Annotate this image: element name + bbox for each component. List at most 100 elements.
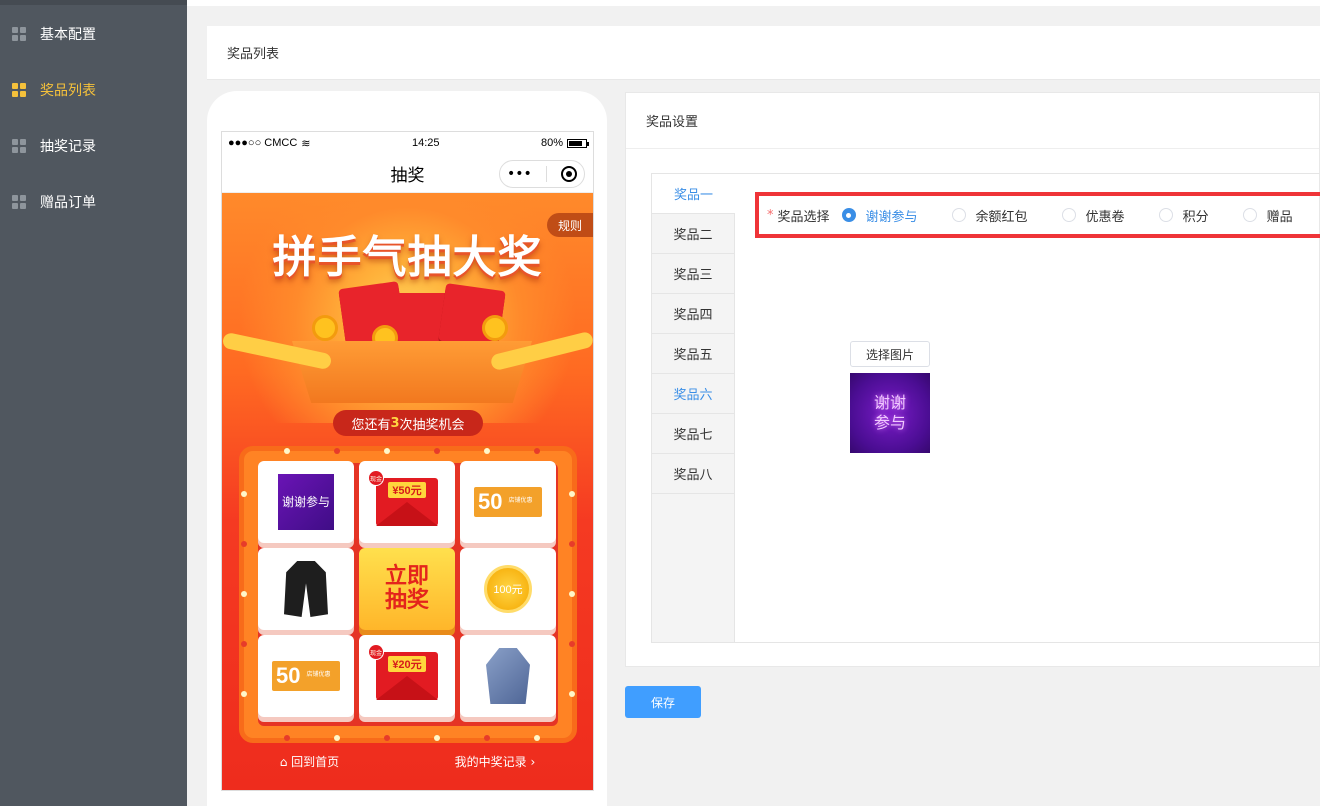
my-records-link[interactable]: 我的中奖记录 › bbox=[455, 753, 536, 770]
radio-circle[interactable] bbox=[1158, 208, 1173, 222]
sidebar-top-strip bbox=[0, 0, 187, 5]
radio-balance-redpack[interactable]: 余额红包 bbox=[951, 206, 1028, 225]
status-time: 14:25 bbox=[411, 137, 440, 149]
tab-prize-6[interactable]: 奖品六 bbox=[652, 374, 734, 414]
home-icon: ⌂ bbox=[279, 754, 292, 769]
chest-box bbox=[292, 341, 532, 403]
prize-cell-redpack-20: 现金 ¥20元 bbox=[359, 635, 455, 717]
top-strip bbox=[187, 0, 1320, 6]
page-title: 奖品列表 bbox=[207, 26, 1320, 80]
prize-cell-redpack-50: 现金 ¥50元 bbox=[359, 461, 455, 543]
carrier-text: ●●●○○ CMCC bbox=[228, 137, 298, 149]
coupon-icon: 50 店铺优惠 bbox=[272, 661, 340, 691]
radio-label: 优惠卷 bbox=[1085, 209, 1125, 225]
blue-coat-image bbox=[486, 648, 530, 704]
page-title-text: 奖品列表 bbox=[227, 47, 280, 62]
radio-points[interactable]: 积分 bbox=[1158, 206, 1209, 225]
prize-tab-list: 奖品一 奖品二 奖品三 奖品四 奖品五 奖品六 奖品七 奖品八 bbox=[652, 174, 735, 642]
prize-image-preview: 谢谢参与 bbox=[850, 373, 930, 453]
capsule-divider bbox=[545, 166, 547, 182]
sidebar-item-gift-orders[interactable]: 赠品订单 bbox=[0, 174, 187, 230]
tab-prize-2[interactable]: 奖品二 bbox=[652, 214, 734, 254]
radio-circle[interactable] bbox=[1242, 208, 1257, 222]
radio-label: 谢谢参与 bbox=[865, 209, 918, 225]
tab-prize-7[interactable]: 奖品七 bbox=[652, 414, 734, 454]
radio-circle[interactable] bbox=[1061, 208, 1076, 222]
coupon-subtitle: 店铺优惠 bbox=[306, 672, 331, 679]
tab-prize-5[interactable]: 奖品五 bbox=[652, 334, 734, 374]
chance-count: 3 bbox=[390, 415, 400, 431]
coupon-number: 50 bbox=[276, 663, 301, 688]
remaining-chances: 您还有 3 次抽奖机会 bbox=[333, 410, 483, 436]
coupon-icon: 50 店铺优惠 bbox=[474, 487, 542, 517]
prize-tabs: 奖品一 奖品二 奖品三 奖品四 奖品五 奖品六 奖品七 奖品八 * 奖品选择 谢… bbox=[651, 173, 1320, 643]
tab-prize-4[interactable]: 奖品四 bbox=[652, 294, 734, 334]
radio-label: 赠品 bbox=[1266, 209, 1293, 225]
panel-title: 奖品设置 bbox=[626, 93, 1319, 149]
selector-label: 奖品选择 bbox=[777, 209, 830, 225]
sidebar-item-lottery-records[interactable]: 抽奖记录 bbox=[0, 118, 187, 174]
radio-circle[interactable] bbox=[951, 208, 966, 222]
more-icon[interactable]: ••• bbox=[507, 166, 532, 182]
banner-title: 拼手气抽大奖 bbox=[272, 232, 543, 283]
sidebar-item-label: 赠品订单 bbox=[40, 195, 96, 211]
start-label-line1: 立即 bbox=[384, 563, 429, 589]
start-label-line2: 抽奖 bbox=[384, 588, 429, 613]
back-home-link[interactable]: ⌂ 回到首页 bbox=[280, 753, 339, 770]
red-envelope-icon: 现金 ¥20元 bbox=[368, 644, 438, 700]
prize-cell-thanks: 谢谢参与 bbox=[258, 461, 354, 543]
coupon-number: 50 bbox=[478, 489, 503, 514]
lottery-page: 规则 拼手气抽大奖 您还有 3 次抽奖机会 谢谢参与 现金 ¥50元 50 店铺… bbox=[222, 193, 593, 790]
select-image-button[interactable]: 选择图片 bbox=[850, 341, 930, 367]
lottery-board: 谢谢参与 现金 ¥50元 50 店铺优惠 立即 抽奖 100元 50 店铺优惠 … bbox=[239, 446, 577, 743]
thanks-tile: 谢谢参与 bbox=[278, 474, 334, 530]
cash-tag: 现金 bbox=[368, 644, 384, 660]
phone-screen: ●●●○○ CMCC ≋ 14:25 80% 抽奖 ••• 规则 拼手气抽大奖 bbox=[221, 131, 594, 791]
coupon-subtitle: 店铺优惠 bbox=[508, 498, 533, 505]
radio-thanks[interactable]: 谢谢参与 bbox=[841, 206, 918, 225]
coin-shape bbox=[482, 315, 508, 341]
prize-cell-black-coat bbox=[258, 548, 354, 630]
radio-label: 积分 bbox=[1182, 209, 1209, 225]
cash-tag: 现金 bbox=[368, 470, 384, 486]
red-envelope-icon: 现金 ¥50元 bbox=[368, 470, 438, 526]
prize-cell-coupon-50b: 50 店铺优惠 bbox=[258, 635, 354, 717]
chance-suffix: 次抽奖机会 bbox=[399, 417, 465, 433]
radio-gift[interactable]: 赠品 bbox=[1242, 206, 1293, 225]
required-mark: * bbox=[767, 207, 774, 223]
battery-icon bbox=[567, 138, 589, 148]
sidebar-item-basic-config[interactable]: 基本配置 bbox=[0, 6, 187, 62]
prize-cell-coupon-50: 50 店铺优惠 bbox=[460, 461, 556, 543]
redpack-amount: ¥20元 bbox=[388, 656, 426, 672]
sidebar-item-label: 基本配置 bbox=[40, 27, 96, 43]
wifi-icon: ≋ bbox=[301, 137, 311, 150]
sidebar-item-label: 奖品列表 bbox=[40, 83, 96, 99]
tab-prize-8[interactable]: 奖品八 bbox=[652, 454, 734, 494]
panel-title-text: 奖品设置 bbox=[646, 115, 699, 130]
prize-cell-coin-100: 100元 bbox=[460, 548, 556, 630]
grid-icon bbox=[12, 27, 26, 41]
tab-prize-3[interactable]: 奖品三 bbox=[652, 254, 734, 294]
black-coat-image bbox=[284, 561, 328, 617]
start-lottery-button[interactable]: 立即 抽奖 bbox=[359, 548, 455, 630]
sidebar-item-label: 抽奖记录 bbox=[40, 139, 96, 155]
grid-icon bbox=[12, 139, 26, 153]
back-home-label: 回到首页 bbox=[291, 754, 340, 769]
chance-prefix: 您还有 bbox=[351, 417, 391, 433]
mini-app-capsule[interactable]: ••• bbox=[499, 160, 585, 188]
sidebar-item-prize-list[interactable]: 奖品列表 bbox=[0, 62, 187, 118]
treasure-chest-illustration bbox=[292, 281, 532, 403]
save-button[interactable]: 保存 bbox=[625, 686, 701, 718]
radio-label: 余额红包 bbox=[975, 209, 1028, 225]
my-records-label: 我的中奖记录 bbox=[454, 754, 527, 769]
redpack-amount: ¥50元 bbox=[388, 482, 426, 498]
grid-icon bbox=[12, 195, 26, 209]
status-bar: ●●●○○ CMCC ≋ 14:25 80% bbox=[222, 132, 593, 154]
lottery-footer: ⌂ 回到首页 我的中奖记录 › bbox=[222, 749, 593, 773]
tab-prize-1[interactable]: 奖品一 bbox=[652, 174, 735, 214]
prize-settings-panel: 奖品设置 奖品一 奖品二 奖品三 奖品四 奖品五 奖品六 奖品七 奖品八 * 奖… bbox=[625, 92, 1320, 667]
radio-circle[interactable] bbox=[841, 208, 856, 222]
gold-coin-icon: 100元 bbox=[484, 565, 532, 613]
close-target-icon[interactable] bbox=[560, 166, 577, 182]
radio-coupon[interactable]: 优惠卷 bbox=[1061, 206, 1125, 225]
